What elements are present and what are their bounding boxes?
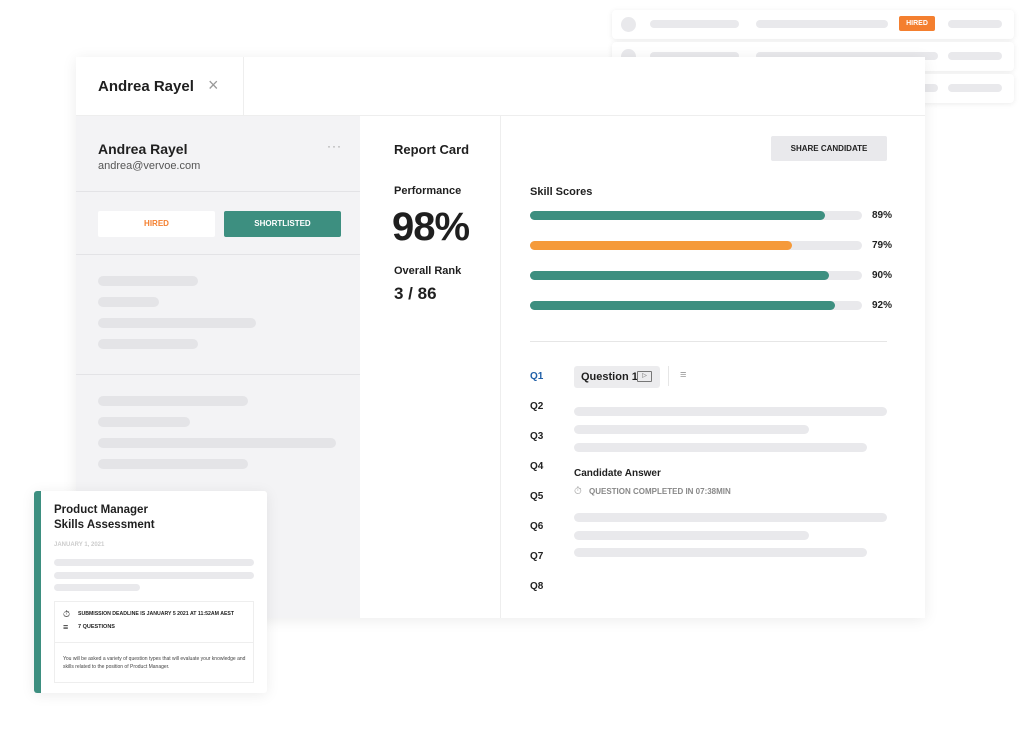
question-completed-text: QUESTION COMPLETED IN 07:38MIN bbox=[589, 487, 731, 496]
close-icon[interactable]: × bbox=[208, 75, 219, 96]
question-nav-q7[interactable]: Q7 bbox=[530, 551, 543, 562]
skill-bar-fill bbox=[530, 271, 829, 280]
skill-bar bbox=[530, 301, 862, 310]
assessment-description: You will be asked a variety of question … bbox=[63, 656, 246, 670]
overall-rank-label: Overall Rank bbox=[394, 265, 462, 277]
video-icon: ▷ bbox=[637, 371, 652, 382]
hired-button[interactable]: HIRED bbox=[98, 211, 215, 237]
question-nav-q2[interactable]: Q2 bbox=[530, 401, 543, 412]
question-nav-q1[interactable]: Q1 bbox=[530, 371, 543, 382]
timer-icon: ⏱ bbox=[574, 486, 582, 497]
skill-bar bbox=[530, 211, 862, 220]
skill-score: 89% bbox=[872, 210, 893, 221]
assessment-card[interactable]: Product Manager Skills Assessment JANUAR… bbox=[34, 491, 267, 693]
question-nav-q8[interactable]: Q8 bbox=[530, 581, 543, 592]
question-nav-q5[interactable]: Q5 bbox=[530, 491, 543, 502]
skill-scores-title: Skill Scores bbox=[530, 186, 593, 198]
assessment-subtitle: Skills Assessment bbox=[54, 519, 155, 531]
skill-bar-fill bbox=[530, 301, 836, 310]
question-nav-q4[interactable]: Q4 bbox=[530, 461, 543, 472]
candidate-list-row[interactable]: HIRED bbox=[612, 10, 1014, 39]
skill-bar-fill bbox=[530, 241, 793, 250]
tab-title: Andrea Rayel bbox=[98, 78, 194, 95]
skill-bar bbox=[530, 271, 862, 280]
assessment-title: Product Manager bbox=[54, 504, 148, 516]
skill-score: 90% bbox=[872, 270, 893, 281]
skill-score: 79% bbox=[872, 240, 893, 251]
question-1-chip[interactable]: Question 1 ▷ bbox=[574, 366, 660, 388]
submission-deadline: SUBMISSION DEADLINE IS JANUARY 5 2021 AT… bbox=[78, 611, 235, 617]
avatar bbox=[621, 17, 636, 32]
overall-rank-value: 3 / 86 bbox=[394, 284, 437, 303]
candidate-answer-title: Candidate Answer bbox=[574, 468, 661, 479]
timer-icon: ⏱ bbox=[63, 609, 71, 619]
performance-value: 98% bbox=[392, 205, 470, 249]
list-icon: ≡ bbox=[63, 622, 69, 632]
question-count: 7 QUESTIONS bbox=[78, 624, 115, 630]
question-nav-q6[interactable]: Q6 bbox=[530, 521, 543, 532]
share-candidate-button[interactable]: SHARE CANDIDATE bbox=[771, 136, 887, 161]
skill-score: 92% bbox=[872, 300, 893, 311]
candidate-name: Andrea Rayel bbox=[98, 141, 188, 157]
performance-label: Performance bbox=[394, 185, 462, 197]
assessment-date: JANUARY 1, 2021 bbox=[54, 542, 105, 548]
hired-badge: HIRED bbox=[899, 16, 935, 31]
candidate-email: andrea@vervoe.com bbox=[98, 160, 201, 172]
skill-bar-fill bbox=[530, 211, 826, 220]
skill-bar bbox=[530, 241, 862, 250]
candidate-tab[interactable]: Andrea Rayel × bbox=[76, 57, 244, 115]
text-lines-icon[interactable]: ≡ bbox=[680, 369, 686, 381]
more-options-icon[interactable]: ··· bbox=[327, 139, 342, 153]
shortlisted-button[interactable]: SHORTLISTED bbox=[224, 211, 341, 237]
report-card-title: Report Card bbox=[394, 142, 470, 157]
question-nav-q3[interactable]: Q3 bbox=[530, 431, 543, 442]
